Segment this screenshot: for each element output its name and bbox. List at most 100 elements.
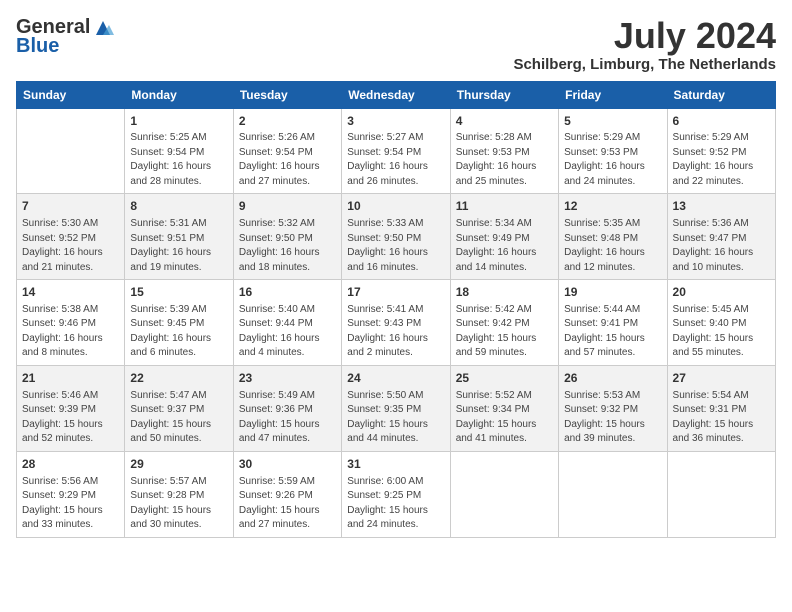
day-number: 18 [456,284,553,301]
calendar-header-row: SundayMondayTuesdayWednesdayThursdayFrid… [17,81,776,108]
day-info: Sunrise: 5:44 AM Sunset: 9:41 PM Dayligh… [564,303,661,361]
calendar-day-cell: 14 Sunrise: 5:38 AM Sunset: 9:46 PM Dayli… [17,280,125,366]
day-number: 8 [130,198,227,215]
day-info: Sunrise: 5:26 AM Sunset: 9:54 PM Dayligh… [239,131,336,189]
day-number: 29 [130,456,227,473]
calendar-day-cell: 15Sunrise: 5:39 AM Sunset: 9:45 PM Dayli… [125,280,233,366]
day-number: 25 [456,370,553,387]
day-number: 12 [564,198,661,215]
calendar-empty-cell [559,451,667,537]
day-info: Sunrise: 5:34 AM Sunset: 9:49 PM Dayligh… [456,217,553,275]
calendar-day-cell: 21Sunrise: 5:46 AM Sunset: 9:39 PM Dayli… [17,365,125,451]
day-number: 23 [239,370,336,387]
column-header-saturday: Saturday [667,81,775,108]
day-info: Sunrise: 5:29 AM Sunset: 9:52 PM Dayligh… [673,131,770,189]
day-number: 22 [130,370,227,387]
location-text: Schilberg, Limburg, The Netherlands [513,56,776,73]
calendar-day-cell: 11 Sunrise: 5:34 AM Sunset: 9:49 PM Dayli… [450,194,558,280]
day-number: 21 [22,370,119,387]
calendar-day-cell: 13Sunrise: 5:36 AM Sunset: 9:47 PM Dayli… [667,194,775,280]
calendar-day-cell: 19 Sunrise: 5:44 AM Sunset: 9:41 PM Dayli… [559,280,667,366]
calendar-day-cell: 23 Sunrise: 5:49 AM Sunset: 9:36 PM Dayli… [233,365,341,451]
calendar-day-cell: 22 Sunrise: 5:47 AM Sunset: 9:37 PM Dayli… [125,365,233,451]
day-number: 6 [673,113,770,130]
day-info: Sunrise: 6:00 AM Sunset: 9:25 PM Dayligh… [347,475,444,533]
day-info: Sunrise: 5:30 AM Sunset: 9:52 PM Dayligh… [22,217,119,275]
calendar-day-cell: 7 Sunrise: 5:30 AM Sunset: 9:52 PM Daylig… [17,194,125,280]
calendar-day-cell: 18 Sunrise: 5:42 AM Sunset: 9:42 PM Dayli… [450,280,558,366]
calendar-day-cell: 30 Sunrise: 5:59 AM Sunset: 9:26 PM Dayli… [233,451,341,537]
calendar-day-cell: 4Sunrise: 5:28 AM Sunset: 9:53 PM Daylig… [450,108,558,194]
day-number: 3 [347,113,444,130]
calendar-day-cell: 28Sunrise: 5:56 AM Sunset: 9:29 PM Dayli… [17,451,125,537]
day-info: Sunrise: 5:36 AM Sunset: 9:47 PM Dayligh… [673,217,770,275]
calendar-day-cell: 6Sunrise: 5:29 AM Sunset: 9:52 PM Daylig… [667,108,775,194]
day-number: 24 [347,370,444,387]
logo: General Blue [16,16,114,58]
calendar-day-cell: 24 Sunrise: 5:50 AM Sunset: 9:35 PM Dayli… [342,365,450,451]
column-header-wednesday: Wednesday [342,81,450,108]
column-header-friday: Friday [559,81,667,108]
day-number: 4 [456,113,553,130]
calendar-day-cell: 27Sunrise: 5:54 AM Sunset: 9:31 PM Dayli… [667,365,775,451]
day-info: Sunrise: 5:38 AM Sunset: 9:46 PM Dayligh… [22,303,119,361]
day-number: 11 [456,198,553,215]
calendar-day-cell: 3Sunrise: 5:27 AM Sunset: 9:54 PM Daylig… [342,108,450,194]
day-info: Sunrise: 5:27 AM Sunset: 9:54 PM Dayligh… [347,131,444,189]
day-info: Sunrise: 5:39 AM Sunset: 9:45 PM Dayligh… [130,303,227,361]
day-info: Sunrise: 5:49 AM Sunset: 9:36 PM Dayligh… [239,389,336,447]
day-number: 19 [564,284,661,301]
calendar-week-row: 1Sunrise: 5:25 AM Sunset: 9:54 PM Daylig… [17,108,776,194]
day-info: Sunrise: 5:57 AM Sunset: 9:28 PM Dayligh… [130,475,227,533]
day-number: 30 [239,456,336,473]
month-year-title: July 2024 [513,16,776,56]
calendar-day-cell: 10 Sunrise: 5:33 AM Sunset: 9:50 PM Dayli… [342,194,450,280]
calendar-week-row: 7 Sunrise: 5:30 AM Sunset: 9:52 PM Daylig… [17,194,776,280]
day-info: Sunrise: 5:25 AM Sunset: 9:54 PM Dayligh… [130,131,227,189]
day-number: 20 [673,284,770,301]
day-number: 16 [239,284,336,301]
logo-blue-text: Blue [16,35,59,58]
calendar-day-cell: 12 Sunrise: 5:35 AM Sunset: 9:48 PM Dayli… [559,194,667,280]
day-info: Sunrise: 5:50 AM Sunset: 9:35 PM Dayligh… [347,389,444,447]
day-info: Sunrise: 5:45 AM Sunset: 9:40 PM Dayligh… [673,303,770,361]
day-info: Sunrise: 5:29 AM Sunset: 9:53 PM Dayligh… [564,131,661,189]
calendar-day-cell: 9 Sunrise: 5:32 AM Sunset: 9:50 PM Daylig… [233,194,341,280]
calendar-day-cell: 31 Sunrise: 6:00 AM Sunset: 9:25 PM Dayli… [342,451,450,537]
calendar-day-cell: 29 Sunrise: 5:57 AM Sunset: 9:28 PM Dayli… [125,451,233,537]
calendar-day-cell: 17 Sunrise: 5:41 AM Sunset: 9:43 PM Dayli… [342,280,450,366]
day-info: Sunrise: 5:28 AM Sunset: 9:53 PM Dayligh… [456,131,553,189]
calendar-empty-cell [667,451,775,537]
day-info: Sunrise: 5:31 AM Sunset: 9:51 PM Dayligh… [130,217,227,275]
day-info: Sunrise: 5:42 AM Sunset: 9:42 PM Dayligh… [456,303,553,361]
title-block: July 2024 Schilberg, Limburg, The Nether… [513,16,776,73]
column-header-tuesday: Tuesday [233,81,341,108]
day-number: 14 [22,284,119,301]
day-number: 31 [347,456,444,473]
column-header-thursday: Thursday [450,81,558,108]
day-number: 27 [673,370,770,387]
day-number: 2 [239,113,336,130]
page-header: General Blue July 2024 Schilberg, Limbur… [16,16,776,73]
logo-icon [92,17,114,39]
day-number: 10 [347,198,444,215]
calendar-day-cell: 25 Sunrise: 5:52 AM Sunset: 9:34 PM Dayli… [450,365,558,451]
day-info: Sunrise: 5:41 AM Sunset: 9:43 PM Dayligh… [347,303,444,361]
column-header-monday: Monday [125,81,233,108]
calendar-day-cell: 26Sunrise: 5:53 AM Sunset: 9:32 PM Dayli… [559,365,667,451]
day-info: Sunrise: 5:33 AM Sunset: 9:50 PM Dayligh… [347,217,444,275]
calendar-week-row: 14 Sunrise: 5:38 AM Sunset: 9:46 PM Dayli… [17,280,776,366]
day-number: 1 [130,113,227,130]
day-info: Sunrise: 5:32 AM Sunset: 9:50 PM Dayligh… [239,217,336,275]
day-info: Sunrise: 5:47 AM Sunset: 9:37 PM Dayligh… [130,389,227,447]
calendar-day-cell: 2Sunrise: 5:26 AM Sunset: 9:54 PM Daylig… [233,108,341,194]
day-number: 9 [239,198,336,215]
day-number: 17 [347,284,444,301]
day-info: Sunrise: 5:52 AM Sunset: 9:34 PM Dayligh… [456,389,553,447]
day-info: Sunrise: 5:35 AM Sunset: 9:48 PM Dayligh… [564,217,661,275]
day-number: 28 [22,456,119,473]
day-info: Sunrise: 5:40 AM Sunset: 9:44 PM Dayligh… [239,303,336,361]
day-number: 5 [564,113,661,130]
day-number: 7 [22,198,119,215]
day-info: Sunrise: 5:59 AM Sunset: 9:26 PM Dayligh… [239,475,336,533]
